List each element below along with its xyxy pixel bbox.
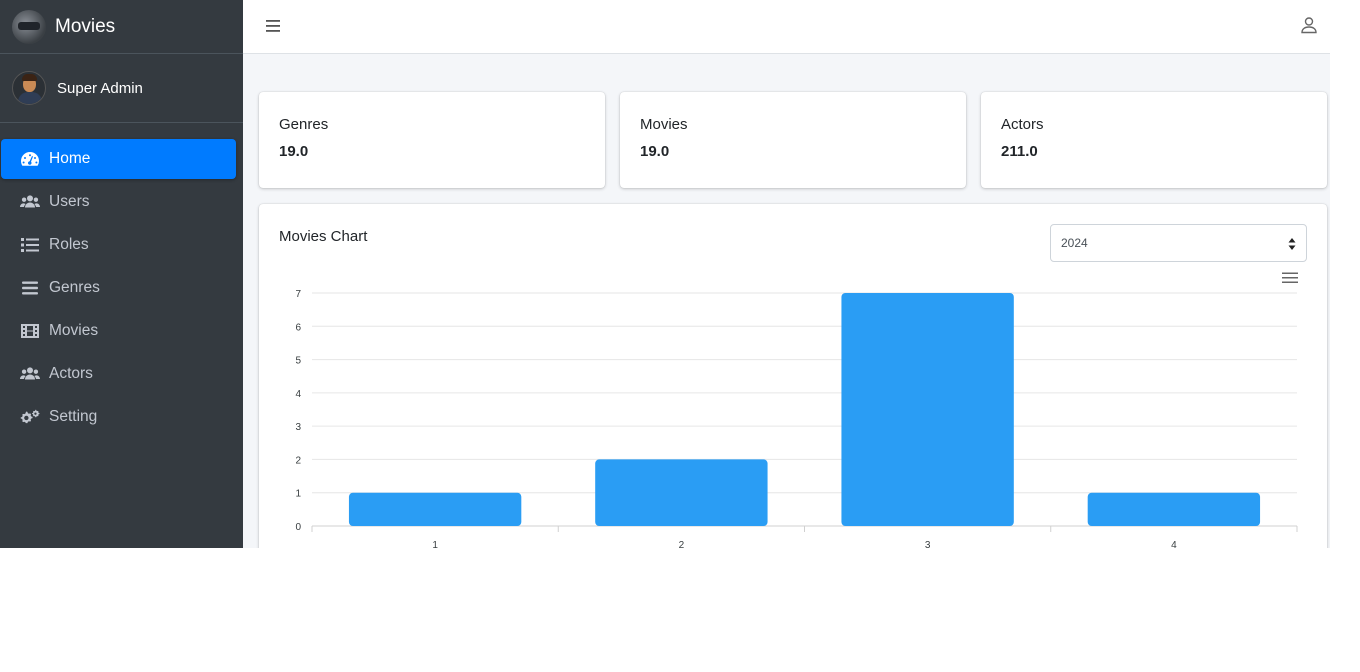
stat-label: Genres <box>279 116 329 133</box>
dashboard-icon <box>19 150 41 168</box>
film-icon <box>19 322 41 340</box>
sidebar-item-label: Genres <box>49 279 100 296</box>
user-panel[interactable]: Super Admin <box>0 54 243 123</box>
y-tick-label: 1 <box>295 489 301 500</box>
cogs-icon <box>19 408 41 426</box>
stat-value: 211.0 <box>1001 143 1038 160</box>
bars-icon <box>19 279 41 297</box>
x-tick-label: 1 <box>432 540 438 548</box>
y-tick-label: 2 <box>295 455 301 466</box>
stat-card-actors: Actors 211.0 <box>981 92 1327 188</box>
avatar <box>12 71 46 105</box>
list-icon <box>19 236 41 254</box>
y-tick-label: 5 <box>295 356 301 367</box>
stat-label: Movies <box>640 116 688 133</box>
sidebar-item-label: Setting <box>49 408 98 425</box>
sidebar-item-label: Home <box>49 150 91 167</box>
bar <box>1087 492 1261 526</box>
x-tick-label: 2 <box>679 540 685 548</box>
stat-value: 19.0 <box>279 143 309 160</box>
x-tick-label: 4 <box>1171 540 1177 548</box>
users-icon <box>19 193 41 211</box>
top-navbar <box>243 0 1330 54</box>
sidebar-item-home[interactable]: Home <box>1 139 236 179</box>
sidebar-item-users[interactable]: Users <box>1 182 236 222</box>
user-name: Super Admin <box>57 79 143 97</box>
sidebar-item-label: Actors <box>49 365 93 382</box>
sidebar-item-label: Movies <box>49 322 99 339</box>
bar <box>841 293 1014 526</box>
sidebar-item-genres[interactable]: Genres <box>1 268 236 308</box>
sidebar: Movies Super Admin Home Users Roles Genr… <box>0 0 243 548</box>
movies-chart-card: Movies Chart 2024 012345671234 <box>259 204 1327 548</box>
hamburger-icon[interactable] <box>265 17 283 35</box>
bar-chart: 0 1 2 3 4 5 6 7 1 2 3 4 <box>295 289 1298 548</box>
y-tick-label: 7 <box>295 289 301 300</box>
brand-logo <box>12 9 46 44</box>
app-window: Movies Super Admin Home Users Roles Genr… <box>0 0 1330 548</box>
sidebar-item-movies[interactable]: Movies <box>1 311 236 351</box>
bar <box>595 459 768 526</box>
stat-card-genres: Genres 19.0 <box>259 92 605 188</box>
y-tick-label: 4 <box>295 389 301 400</box>
sidebar-item-actors[interactable]: Actors <box>1 354 236 394</box>
sidebar-item-roles[interactable]: Roles <box>1 225 236 265</box>
sidebar-item-label: Users <box>49 193 90 210</box>
stat-label: Actors <box>1001 116 1044 133</box>
brand-title: Movies <box>55 15 116 37</box>
users-icon <box>19 365 41 383</box>
sidebar-item-setting[interactable]: Setting <box>1 397 236 437</box>
stat-card-movies: Movies 19.0 <box>620 92 966 188</box>
y-tick-label: 3 <box>295 422 301 433</box>
y-tick-label: 6 <box>295 322 301 333</box>
stat-value: 19.0 <box>640 143 670 160</box>
user-icon[interactable] <box>1300 16 1318 34</box>
brand-link[interactable]: Movies <box>0 0 243 54</box>
sidebar-nav: Home Users Roles Genres Movies Actors Se… <box>0 123 243 437</box>
x-tick-label: 3 <box>925 540 931 548</box>
sidebar-item-label: Roles <box>49 236 89 253</box>
y-tick-label: 0 <box>295 522 301 533</box>
main-content: Genres 19.0 Movies 19.0 Actors 211.0 Mov… <box>243 54 1330 548</box>
bar <box>348 492 522 526</box>
